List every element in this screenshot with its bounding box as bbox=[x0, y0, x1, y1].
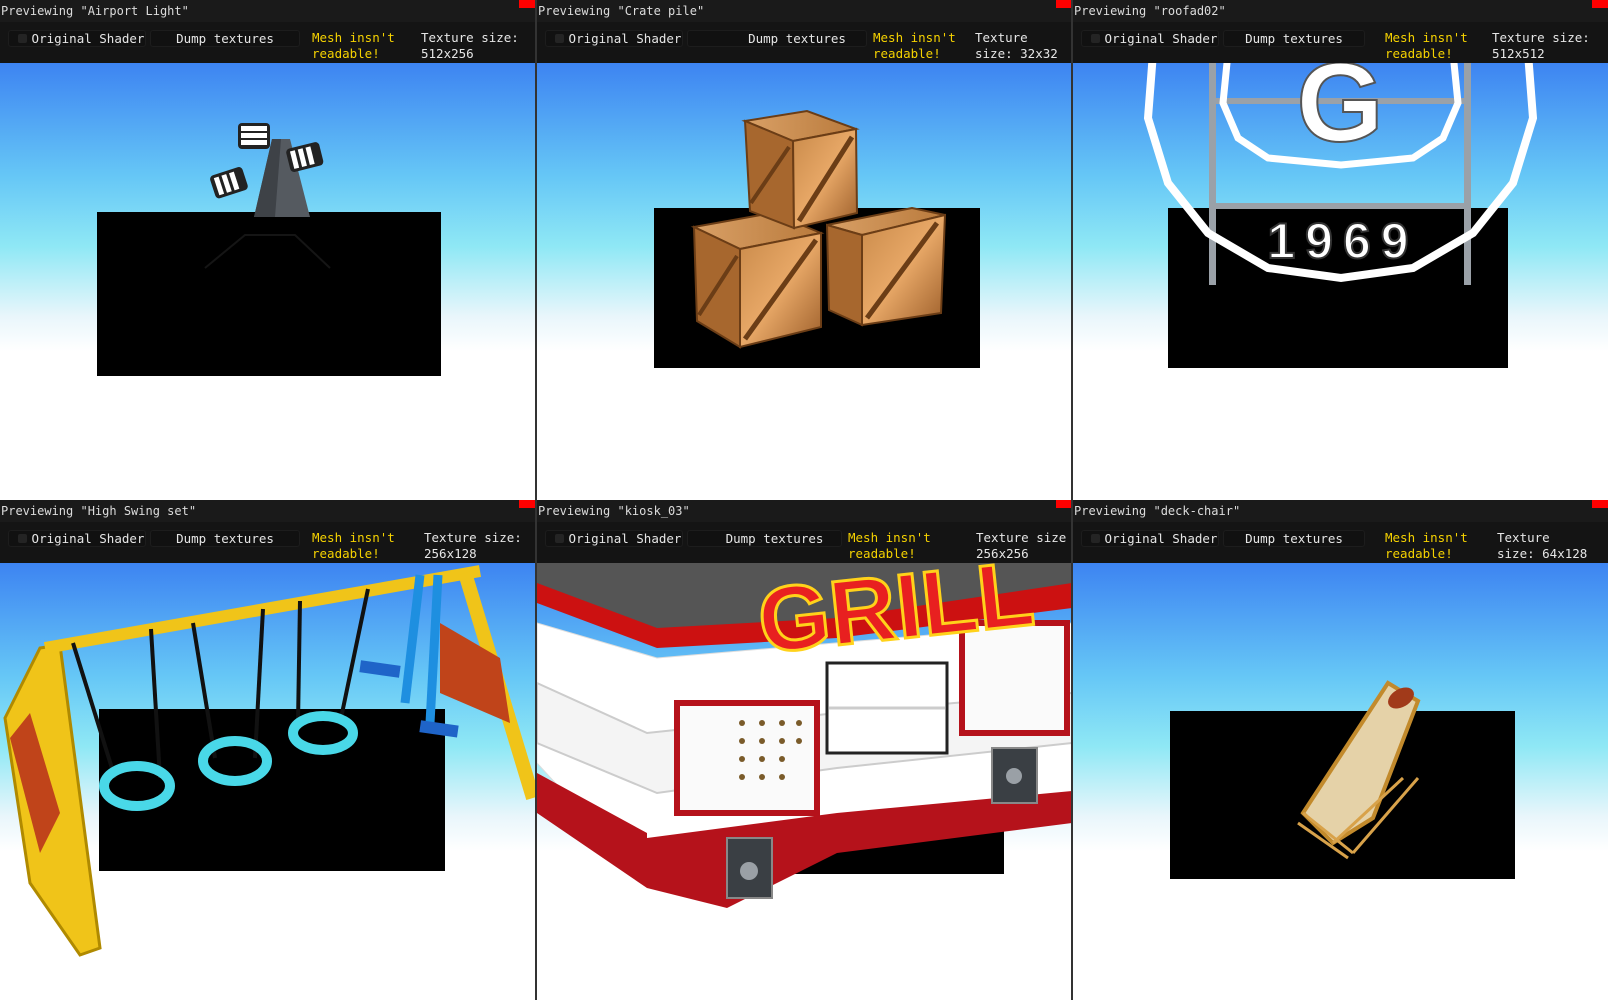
sign-year: 1969 bbox=[1267, 213, 1418, 269]
panel-title: Previewing "deck-chair" bbox=[1073, 500, 1608, 522]
model-viewport[interactable] bbox=[0, 63, 535, 500]
model-viewport[interactable]: G 1969 bbox=[1073, 63, 1608, 500]
dump-textures-label: Dump textures bbox=[725, 531, 824, 546]
checkbox-icon bbox=[1091, 34, 1100, 43]
close-button[interactable] bbox=[519, 0, 535, 8]
close-button[interactable] bbox=[1592, 0, 1608, 8]
close-button[interactable] bbox=[519, 500, 535, 508]
shadow-box bbox=[99, 709, 445, 871]
texture-size: Texture size: 512x256 bbox=[421, 30, 519, 61]
original-shader-label: Original Shader bbox=[568, 531, 682, 546]
menu-board-left bbox=[674, 700, 820, 816]
crate-pile-model bbox=[654, 109, 980, 368]
model-viewport[interactable] bbox=[537, 63, 1072, 500]
panel-toolbar: Original Shader Dump textures Mesh insn'… bbox=[0, 522, 535, 563]
original-shader-toggle[interactable]: Original Shader bbox=[545, 530, 683, 547]
original-shader-label: Original Shader bbox=[31, 531, 145, 546]
texture-size: Texture size: 32x32 bbox=[975, 30, 1058, 61]
dump-textures-button[interactable]: Dump textures bbox=[1223, 530, 1365, 547]
panel-title: Previewing "kiosk_03" bbox=[537, 500, 1072, 522]
crate-top bbox=[741, 109, 860, 230]
original-shader-label: Original Shader bbox=[1104, 531, 1218, 546]
dump-textures-button[interactable]: Dump textures bbox=[150, 30, 300, 47]
checkbox-icon bbox=[18, 534, 27, 543]
original-shader-label: Original Shader bbox=[1104, 31, 1218, 46]
dump-textures-button[interactable]: Dump textures bbox=[687, 30, 867, 47]
texture-size: Texture size: 64x128 bbox=[1497, 530, 1588, 561]
vertical-divider-left bbox=[535, 0, 537, 1000]
model-viewport[interactable] bbox=[1073, 563, 1608, 1000]
preview-panel-airport-light: Previewing "Airport Light" Original Shad… bbox=[0, 0, 535, 500]
checkbox-icon bbox=[18, 34, 27, 43]
close-button[interactable] bbox=[1056, 500, 1072, 508]
shadow-box bbox=[97, 212, 441, 376]
crate-right bbox=[825, 206, 947, 327]
preview-panel-roofad02: Previewing "roofad02" Original Shader Du… bbox=[1073, 0, 1608, 500]
mesh-warning: Mesh insn't readable! bbox=[312, 530, 395, 561]
mesh-warning: Mesh insn't readable! bbox=[1385, 30, 1468, 61]
panel-toolbar: Original Shader Dump textures Mesh insn'… bbox=[0, 22, 535, 63]
lamp-top-icon bbox=[238, 123, 270, 149]
mesh-warning: Mesh insn't readable! bbox=[873, 30, 956, 61]
original-shader-toggle[interactable]: Original Shader bbox=[1081, 30, 1219, 47]
mesh-warning: Mesh insn't readable! bbox=[848, 530, 931, 561]
sign-post-left bbox=[1209, 63, 1216, 285]
dump-textures-button[interactable]: Dump textures bbox=[150, 530, 300, 547]
panel-toolbar: Original Shader Dump textures Mesh insn'… bbox=[537, 522, 1072, 563]
texture-size: Texture size: 256x128 bbox=[424, 530, 522, 561]
panel-title: Previewing "Crate pile" bbox=[537, 0, 1072, 22]
lamp-left-icon bbox=[210, 167, 248, 199]
mesh-warning: Mesh insn't readable! bbox=[1385, 530, 1468, 561]
panel-toolbar: Original Shader Dump textures Mesh insn'… bbox=[537, 22, 1072, 63]
roof-sign-model: G 1969 bbox=[1143, 63, 1538, 368]
dump-textures-button[interactable]: Dump textures bbox=[1223, 30, 1365, 47]
original-shader-toggle[interactable]: Original Shader bbox=[8, 30, 146, 47]
panel-title: Previewing "Airport Light" bbox=[0, 0, 535, 22]
deck-chair-model bbox=[1170, 680, 1515, 879]
checkbox-icon bbox=[555, 34, 564, 43]
model-viewport[interactable] bbox=[0, 563, 535, 1000]
panel-toolbar: Original Shader Dump textures Mesh insn'… bbox=[1073, 22, 1608, 63]
dump-textures-label: Dump textures bbox=[176, 531, 274, 546]
dump-textures-label: Dump textures bbox=[1245, 31, 1343, 46]
checkbox-icon bbox=[555, 534, 564, 543]
panel-toolbar: Original Shader Dump textures Mesh insn'… bbox=[1073, 522, 1608, 563]
panel-title: Previewing "High Swing set" bbox=[0, 500, 535, 522]
dump-textures-label: Dump textures bbox=[748, 31, 846, 46]
texture-size: Texture size 256x256 bbox=[976, 530, 1067, 561]
original-shader-toggle[interactable]: Original Shader bbox=[545, 30, 683, 47]
original-shader-label: Original Shader bbox=[568, 31, 682, 46]
preview-panel-high-swing-set: Previewing "High Swing set" Original Sha… bbox=[0, 500, 535, 1000]
texture-size: Texture size: 512x512 bbox=[1492, 30, 1590, 61]
crate-left bbox=[690, 211, 825, 349]
panel-title: Previewing "roofad02" bbox=[1073, 0, 1608, 22]
dump-textures-label: Dump textures bbox=[176, 31, 274, 46]
vertical-divider-right bbox=[1071, 0, 1073, 1000]
swing-set-model bbox=[3, 565, 535, 957]
original-shader-label: Original Shader bbox=[31, 31, 145, 46]
dump-textures-button[interactable]: Dump textures bbox=[687, 530, 842, 547]
glider-seat bbox=[359, 660, 401, 678]
close-button[interactable] bbox=[1592, 500, 1608, 508]
original-shader-toggle[interactable]: Original Shader bbox=[1081, 530, 1219, 547]
sign-post-right bbox=[1464, 63, 1471, 285]
model-viewport[interactable]: GRILL bbox=[537, 563, 1072, 1000]
airport-light-model bbox=[97, 123, 441, 376]
preview-panel-deck-chair: Previewing "deck-chair" Original Shader … bbox=[1073, 500, 1608, 1000]
original-shader-toggle[interactable]: Original Shader bbox=[8, 530, 146, 547]
close-button[interactable] bbox=[1056, 0, 1072, 8]
preview-panel-kiosk-03: Previewing "kiosk_03" Original Shader Du… bbox=[537, 500, 1072, 1000]
dump-textures-label: Dump textures bbox=[1245, 531, 1343, 546]
sign-letter: G bbox=[1296, 63, 1383, 165]
mesh-warning: Mesh insn't readable! bbox=[312, 30, 395, 61]
preview-panel-crate-pile: Previewing "Crate pile" Original Shader … bbox=[537, 0, 1072, 500]
kiosk-model: GRILL bbox=[537, 563, 1072, 908]
checkbox-icon bbox=[1091, 534, 1100, 543]
